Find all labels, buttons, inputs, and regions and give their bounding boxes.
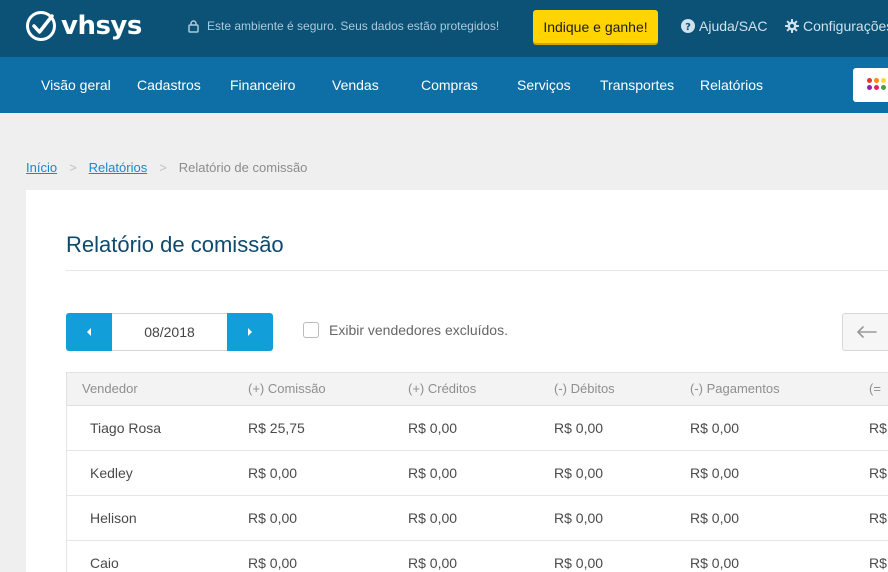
svg-text:?: ? (685, 22, 691, 33)
nav-item-transportes[interactable]: Transportes (600, 57, 674, 113)
cell-vendor: Helison (90, 510, 137, 526)
table-row[interactable]: Kedley R$ 0,00 R$ 0,00 R$ 0,00 R$ 0,00 R… (66, 451, 888, 496)
cell-total: R$ (869, 465, 887, 481)
breadcrumb-reports[interactable]: Relatórios (89, 160, 148, 175)
commission-table: Vendedor (+) Comissão (+) Créditos (-) D… (66, 372, 888, 572)
brand-logo[interactable]: vhsys (25, 8, 142, 44)
cell-vendor: Caio (90, 555, 119, 571)
table-row[interactable]: Tiago Rosa R$ 25,75 R$ 0,00 R$ 0,00 R$ 0… (66, 406, 888, 451)
cell-debits: R$ 0,00 (554, 420, 604, 436)
security-text: Este ambiente é seguro. Seus dados estão… (207, 19, 500, 33)
help-link[interactable]: ? Ajuda/SAC (681, 18, 767, 34)
breadcrumb-home[interactable]: Início (26, 160, 57, 175)
breadcrumb-current: Relatório de comissão (178, 160, 308, 175)
main-nav: Visão geral Cadastros Financeiro Vendas … (0, 57, 888, 113)
vhsys-logo-icon (26, 11, 56, 41)
show-deleted-label: Exibir vendedores excluídos. (329, 322, 508, 338)
previous-period-button[interactable] (66, 313, 112, 351)
settings-link[interactable]: Configurações (785, 18, 888, 34)
breadcrumb-separator: > (159, 160, 167, 175)
caret-left-icon (87, 328, 91, 336)
content-panel: Relatório de comissão 08/2018 Exibir ven… (26, 190, 888, 572)
nav-item-cadastros[interactable]: Cadastros (137, 57, 201, 113)
nav-item-financeiro[interactable]: Financeiro (230, 57, 295, 113)
cell-credits: R$ 0,00 (408, 420, 458, 436)
cell-payments: R$ 0,00 (690, 420, 740, 436)
cell-debits: R$ 0,00 (554, 555, 604, 571)
column-header[interactable]: (-) Pagamentos (690, 373, 780, 405)
nav-item-visao-geral[interactable]: Visão geral (41, 57, 111, 113)
cell-credits: R$ 0,00 (408, 465, 458, 481)
period-value[interactable]: 08/2018 (112, 313, 227, 351)
top-bar: vhsys Este ambiente é seguro. Seus dados… (0, 0, 888, 57)
cell-total: R$ (869, 420, 887, 436)
cell-vendor: Tiago Rosa (90, 420, 162, 436)
back-button[interactable] (842, 313, 888, 351)
title-divider (66, 270, 888, 271)
lock-icon (188, 19, 199, 33)
cell-payments: R$ 0,00 (690, 465, 740, 481)
cell-debits: R$ 0,00 (554, 465, 604, 481)
cell-payments: R$ 0,00 (690, 555, 740, 571)
brand-name: vhsys (61, 11, 142, 41)
cell-debits: R$ 0,00 (554, 510, 604, 526)
cell-total: R$ (869, 555, 887, 571)
show-deleted-checkbox[interactable]: Exibir vendedores excluídos. (303, 322, 508, 338)
breadcrumb-separator: > (69, 160, 77, 175)
nav-item-relatorios[interactable]: Relatórios (700, 57, 763, 113)
help-label: Ajuda/SAC (699, 18, 768, 34)
column-header[interactable]: Vendedor (82, 373, 138, 405)
column-header[interactable]: (+) Comissão (248, 373, 326, 405)
nav-item-vendas[interactable]: Vendas (332, 57, 379, 113)
cell-vendor: Kedley (90, 465, 133, 481)
breadcrumb: Início > Relatórios > Relatório de comis… (26, 160, 307, 175)
column-header[interactable]: (-) Débitos (554, 373, 615, 405)
apps-menu-button[interactable] (853, 68, 888, 102)
table-row[interactable]: Caio R$ 0,00 R$ 0,00 R$ 0,00 R$ 0,00 R$ (66, 541, 888, 572)
cell-commission: R$ 0,00 (248, 465, 298, 481)
table-header: Vendedor (+) Comissão (+) Créditos (-) D… (66, 372, 888, 406)
period-selector: 08/2018 (66, 313, 273, 351)
security-notice: Este ambiente é seguro. Seus dados estão… (188, 19, 499, 33)
page-title: Relatório de comissão (66, 232, 284, 257)
cell-credits: R$ 0,00 (408, 555, 458, 571)
nav-item-servicos[interactable]: Serviços (517, 57, 571, 113)
next-period-button[interactable] (227, 313, 273, 351)
table-row[interactable]: Helison R$ 0,00 R$ 0,00 R$ 0,00 R$ 0,00 … (66, 496, 888, 541)
column-header[interactable]: (+) Créditos (408, 373, 476, 405)
settings-label: Configurações (803, 18, 888, 34)
cell-credits: R$ 0,00 (408, 510, 458, 526)
checkbox-box[interactable] (303, 322, 319, 338)
cell-commission: R$ 0,00 (248, 510, 298, 526)
referral-button[interactable]: Indique e ganhe! (533, 10, 658, 43)
cell-commission: R$ 0,00 (248, 555, 298, 571)
nav-item-compras[interactable]: Compras (421, 57, 478, 113)
caret-right-icon (248, 328, 252, 336)
cell-total: R$ (869, 510, 887, 526)
cell-payments: R$ 0,00 (690, 510, 740, 526)
cell-commission: R$ 25,75 (248, 420, 305, 436)
arrow-left-icon (857, 326, 877, 338)
column-header[interactable]: (= (869, 373, 881, 405)
gear-icon (785, 19, 799, 33)
help-circle-icon: ? (681, 19, 695, 33)
